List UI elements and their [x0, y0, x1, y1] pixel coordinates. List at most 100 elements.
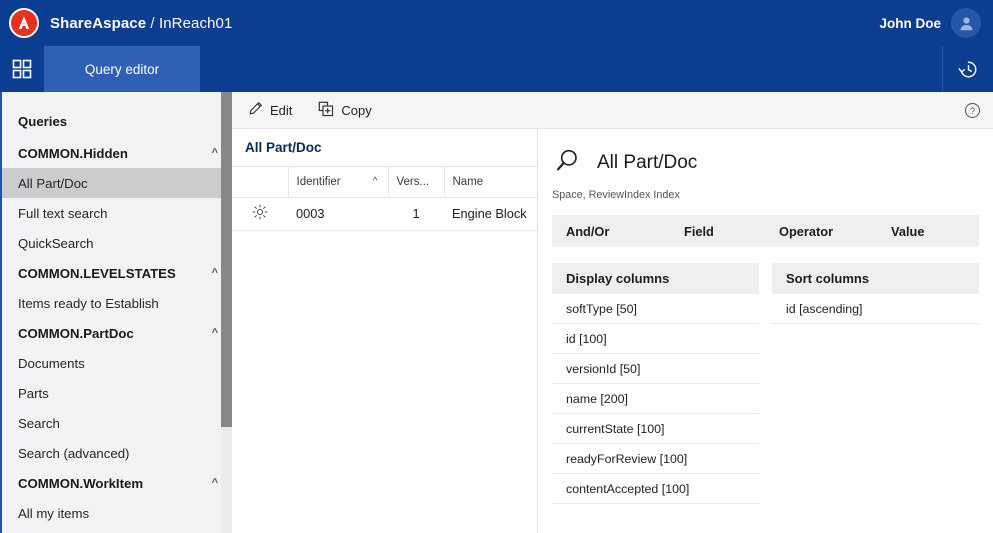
cell-name: Engine Block	[444, 197, 538, 231]
tab-query-editor-label: Query editor	[84, 61, 160, 77]
column-header-identifier-label: Identifier	[296, 175, 341, 188]
sidebar: Queries COMMON.Hidden ^ All Part/Doc Ful…	[0, 92, 232, 533]
list-item[interactable]: readyForReview [100]	[552, 444, 759, 474]
brand-app-name: ShareAspace	[50, 14, 147, 32]
criteria-header-value: Value	[891, 223, 925, 239]
chevron-up-icon: ^	[211, 326, 218, 339]
sidebar-item-quicksearch[interactable]: QuickSearch	[2, 228, 232, 258]
user-zone: John Doe	[879, 8, 993, 38]
application-window: ShareAspace / InReach01 John Doe Query e…	[0, 0, 993, 533]
sidebar-item-label: QuickSearch	[18, 235, 94, 251]
chevron-up-icon: ^	[211, 146, 218, 159]
sidebar-item-label: Parts	[18, 385, 49, 401]
sidebar-item-parts[interactable]: Parts	[2, 378, 232, 408]
display-columns-panel: Display columns softType [50] id [100] v…	[552, 263, 759, 504]
copy-button[interactable]: Copy	[314, 98, 375, 123]
svg-text:?: ?	[970, 105, 975, 115]
sidebar-scrollbar[interactable]	[221, 92, 232, 533]
sidebar-group-label: COMMON.PartDoc	[18, 325, 134, 341]
sidebar-group-common-levelstates[interactable]: COMMON.LEVELSTATES ^	[2, 258, 232, 288]
table-row[interactable]: 0003 1 Engine Block	[232, 197, 538, 231]
sidebar-item-label: All my items	[18, 505, 90, 521]
list-item[interactable]: id [100]	[552, 324, 759, 354]
copy-add-icon	[318, 101, 334, 120]
sidebar-item-all-part-doc[interactable]: All Part/Doc	[2, 168, 232, 198]
app-grid-icon[interactable]	[0, 46, 44, 92]
sidebar-item-items-ready-to-establish[interactable]: Items ready to Establish	[2, 288, 232, 318]
list-item[interactable]: contentAccepted [100]	[552, 474, 759, 504]
criteria-header-row: And/Or Field Operator Value	[552, 215, 979, 247]
avatar[interactable]	[951, 8, 981, 38]
scrollbar-thumb[interactable]	[221, 92, 232, 428]
user-name: John Doe	[879, 15, 941, 31]
sort-columns-header: Sort columns	[772, 263, 979, 294]
help-circle-icon[interactable]: ?	[964, 102, 981, 119]
query-detail-title: All Part/Doc	[597, 152, 698, 173]
display-columns-header: Display columns	[552, 263, 759, 294]
list-item[interactable]: id [ascending]	[772, 294, 979, 324]
sidebar-item-all-my-items[interactable]: All my items	[2, 498, 232, 528]
sidebar-item-label: Documents	[18, 355, 85, 371]
sidebar-heading-label: Queries	[18, 113, 68, 129]
content-panes: All Part/Doc Identifier ^ Vers... Name 0…	[232, 129, 993, 533]
column-header-gear[interactable]	[232, 167, 289, 198]
pencil-icon	[248, 101, 263, 119]
sidebar-list: Queries COMMON.Hidden ^ All Part/Doc Ful…	[2, 92, 232, 528]
row-settings-gear-icon[interactable]	[232, 197, 288, 231]
results-table: Identifier ^ Vers... Name 0003 1 Engine …	[232, 167, 539, 231]
sidebar-item-documents[interactable]: Documents	[2, 348, 232, 378]
list-item[interactable]: currentState [100]	[552, 414, 759, 444]
criteria-header-field: Field	[684, 223, 714, 239]
tab-query-editor[interactable]: Query editor	[44, 46, 200, 92]
query-detail-header: All Part/Doc	[538, 129, 993, 179]
results-pane: All Part/Doc Identifier ^ Vers... Name 0…	[232, 129, 539, 533]
sidebar-group-label: COMMON.WorkItem	[18, 475, 144, 491]
app-logo-icon	[9, 8, 39, 38]
sidebar-item-label: Search (advanced)	[18, 445, 130, 461]
brand-separator: /	[146, 14, 159, 32]
query-detail-pane: All Part/Doc Space, ReviewIndex Index An…	[538, 129, 993, 533]
sidebar-item-search[interactable]: Search	[2, 408, 232, 438]
list-item[interactable]: name [200]	[552, 384, 759, 414]
sidebar-group-label: COMMON.Hidden	[18, 145, 128, 161]
criteria-header-andor: And/Or	[566, 223, 610, 239]
results-table-header-row: Identifier ^ Vers... Name	[232, 167, 539, 198]
content-toolbar: Edit Copy ?	[232, 92, 993, 129]
cell-identifier: 0003	[288, 197, 388, 231]
copy-button-label: Copy	[341, 102, 372, 118]
history-clock-icon[interactable]	[942, 46, 993, 92]
column-sets: Display columns softType [50] id [100] v…	[538, 263, 993, 504]
sidebar-group-label: COMMON.LEVELSTATES	[18, 265, 176, 281]
list-item[interactable]: versionId [50]	[552, 354, 759, 384]
results-title: All Part/Doc	[232, 129, 537, 167]
sidebar-group-common-hidden[interactable]: COMMON.Hidden ^	[2, 138, 232, 168]
chevron-up-icon: ^	[372, 176, 378, 187]
criteria-header-operator: Operator	[779, 223, 834, 239]
brand-title: ShareAspace / InReach01	[50, 15, 232, 32]
brand-header: ShareAspace / InReach01 John Doe	[0, 0, 993, 46]
brand-instance: InReach01	[158, 14, 233, 32]
sort-columns-panel: Sort columns id [ascending]	[772, 263, 979, 504]
sidebar-item-full-text-search[interactable]: Full text search	[2, 198, 232, 228]
list-item[interactable]: softType [50]	[552, 294, 759, 324]
sidebar-item-label: Search	[18, 415, 60, 431]
sidebar-heading: Queries	[2, 104, 232, 138]
sidebar-group-common-partdoc[interactable]: COMMON.PartDoc ^	[2, 318, 232, 348]
column-header-version[interactable]: Vers...	[388, 167, 445, 198]
nav-bar: Query editor	[0, 46, 993, 92]
search-icon	[554, 147, 581, 179]
column-header-name[interactable]: Name	[444, 167, 539, 198]
sidebar-item-label: All Part/Doc	[18, 175, 88, 191]
sidebar-item-label: Full text search	[18, 205, 108, 221]
query-detail-subtitle: Space, ReviewIndex Index	[552, 189, 680, 201]
chevron-up-icon: ^	[211, 476, 218, 489]
edit-button-label: Edit	[270, 102, 293, 118]
sidebar-group-common-workitem[interactable]: COMMON.WorkItem ^	[2, 468, 232, 498]
column-header-identifier[interactable]: Identifier ^	[288, 167, 389, 198]
content-area: Edit Copy ? All Part/Doc Identifier ^ Ve…	[232, 92, 993, 533]
edit-button[interactable]: Edit	[244, 98, 296, 122]
sidebar-item-search-advanced[interactable]: Search (advanced)	[2, 438, 232, 468]
chevron-up-icon: ^	[211, 266, 218, 279]
sidebar-item-label: Items ready to Establish	[18, 295, 159, 311]
